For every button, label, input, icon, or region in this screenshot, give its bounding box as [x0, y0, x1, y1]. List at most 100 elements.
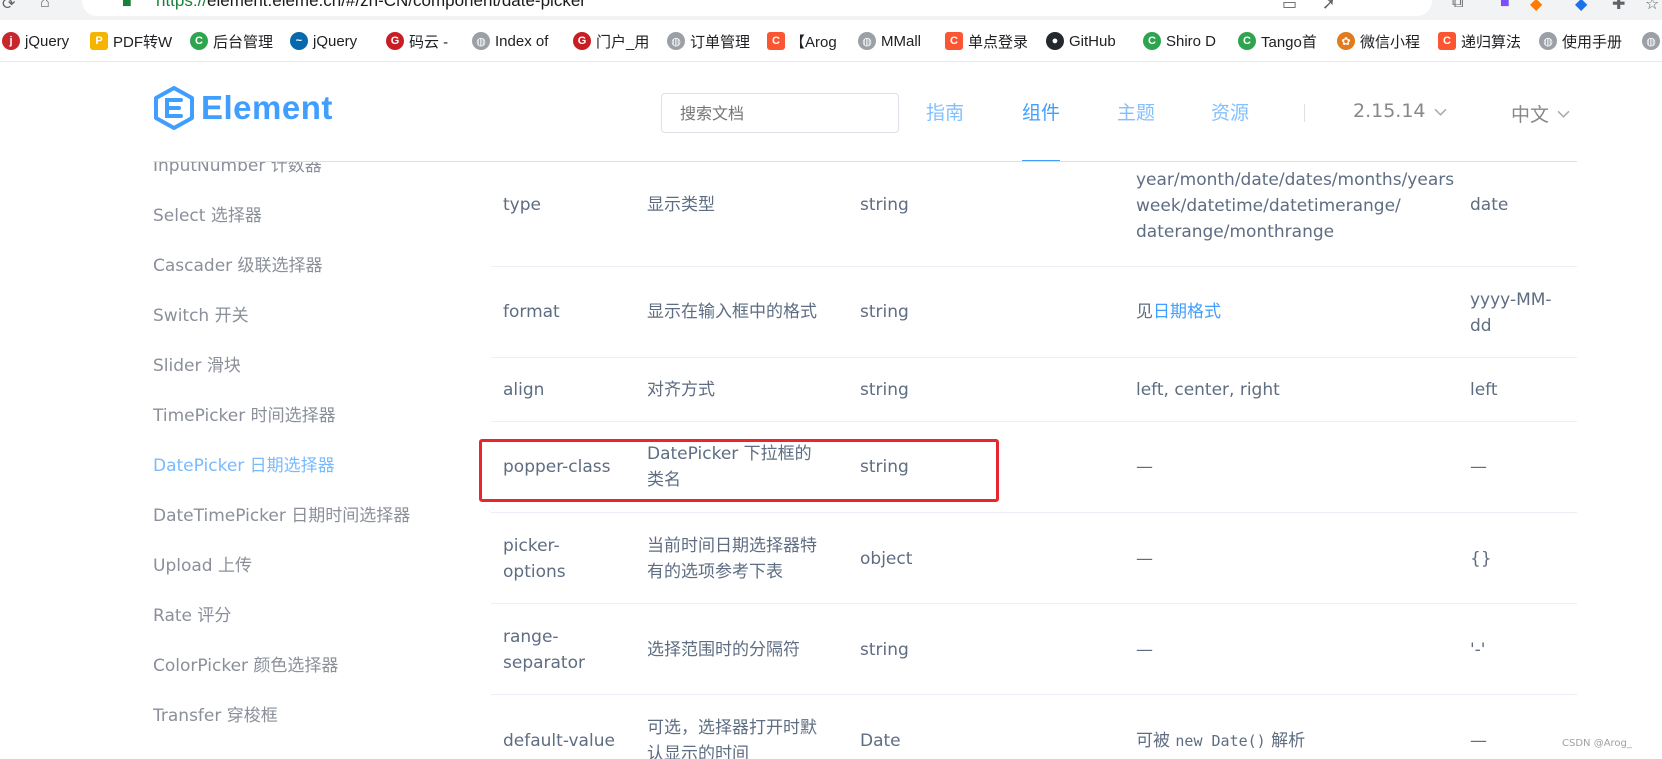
jquery-icon: j [2, 32, 20, 50]
github-icon: ● [1046, 32, 1064, 50]
bookmarks-bar: j jQuery P PDF转W C 后台管理 ~ jQuery G 码云 - ◍ Index of G… [0, 20, 1662, 62]
sidebar-item[interactable]: DatePicker 日期选择器 [153, 451, 335, 476]
attr-desc: 当前时间日期选择器特有的选项参考下表 [647, 536, 817, 582]
csdn-icon: C [1438, 32, 1456, 50]
globe-icon: ◍ [1642, 32, 1660, 50]
bookmark-item[interactable]: j jQuery [2, 30, 69, 52]
bookmark-item[interactable]: ◍ 订单管理 [667, 30, 750, 52]
table-row: type 显示类型 string year/month/date/dates/m… [491, 162, 1577, 267]
pdf-convert-icon: P [90, 32, 108, 50]
attr-name: picker-options [503, 536, 566, 582]
puzzle-icon[interactable]: ✚ [1612, 0, 1625, 14]
attr-type: string [860, 302, 909, 322]
bookmark-label: PDF转W [113, 33, 173, 51]
browser-toolbar: ⟳ ⌂ ■ https://element.eleme.cn/#/zh-CN/c… [0, 0, 1662, 20]
component-sidebar: InputNumber 计数器 Select 选择器 Cascader 级联选择器 S… [153, 162, 483, 759]
chevron-down-icon [1434, 108, 1446, 116]
bookmark-item[interactable]: ◍ 使用手册 [1539, 30, 1622, 52]
bookmark-item[interactable]: C Shiro D [1143, 30, 1216, 52]
bookmark-item[interactable]: C 后台管理 [190, 30, 273, 52]
extension-icon[interactable]: ◆ [1530, 0, 1542, 14]
nav-resource[interactable]: 资源 [1211, 98, 1249, 125]
sidebar-item[interactable]: Cascader 级联选择器 [153, 251, 323, 276]
bookmark-star-icon[interactable]: ☆ [1645, 0, 1659, 14]
sidebar-item[interactable]: Transfer 穿梭框 [153, 701, 278, 726]
nav-theme[interactable]: 主题 [1117, 98, 1155, 125]
bookmark-item[interactable]: P PDF转W [90, 30, 172, 52]
attr-type: string [860, 640, 909, 660]
sidebar-item[interactable]: TimePicker 时间选择器 [153, 401, 336, 426]
sidebar-item[interactable]: Slider 滑块 [153, 351, 241, 376]
language-select[interactable]: 中文 [1511, 100, 1570, 127]
bookmark-item[interactable]: ✿ 微信小程 [1337, 30, 1420, 52]
bookmark-label: Tango首 [1261, 33, 1317, 51]
attr-options: left, center, right [1136, 380, 1280, 400]
attr-options: — [1136, 549, 1153, 569]
jquery-swirl-icon: ~ [290, 32, 308, 50]
bookmark-item[interactable]: C Tango首 [1238, 30, 1317, 52]
sidebar-item[interactable]: Select 选择器 [153, 201, 262, 226]
sidebar-item[interactable]: Switch 开关 [153, 301, 249, 326]
bookmark-label: 【Arog [790, 33, 837, 51]
sidebar-item[interactable]: DateTimePicker 日期时间选择器 [153, 501, 410, 526]
attr-name: default-value [503, 731, 615, 751]
search-input[interactable] [661, 93, 899, 133]
attr-desc: 选择范围时的分隔符 [647, 640, 800, 660]
bookmark-item[interactable]: G 码云 - [386, 30, 448, 52]
version-label: 2.15.14 [1353, 100, 1426, 122]
bookmark-item[interactable]: ~ jQuery [290, 30, 357, 52]
attr-options: 见日期格式 [1136, 302, 1221, 322]
home-icon[interactable]: ⌂ [40, 0, 50, 12]
nav-component[interactable]: 组件 [1022, 98, 1060, 125]
nav-guide[interactable]: 指南 [926, 98, 964, 125]
bookmark-item[interactable]: ◍ Index of [472, 30, 548, 52]
bookmark-item[interactable]: ◍ MMall [858, 30, 921, 52]
install-app-icon[interactable]: ▭ [1282, 0, 1297, 14]
bookmark-item[interactable]: G 门户_用 [573, 30, 649, 52]
attr-desc: DatePicker 下拉框的类名 [647, 444, 812, 490]
bookmark-item[interactable]: ● GitHub [1046, 30, 1116, 52]
table-row: format 显示在输入框中的格式 string 见日期格式 yyyy-MM-d… [491, 267, 1577, 358]
attr-name: format [503, 302, 560, 322]
bookmark-item[interactable]: C 【Arog [767, 30, 837, 52]
extension-icon[interactable]: ■ [1500, 0, 1510, 12]
share-icon[interactable]: ➚ [1322, 0, 1335, 14]
globe-icon: ◍ [1539, 32, 1557, 50]
attr-default: — [1470, 731, 1487, 751]
bookmark-label: GitHub [1069, 32, 1116, 50]
sidebar-item[interactable]: Upload 上传 [153, 551, 252, 576]
globe-icon: ◍ [667, 32, 685, 50]
language-label: 中文 [1511, 104, 1550, 126]
bookmark-item[interactable]: ◍ [1642, 30, 1662, 52]
element-logo[interactable]: Element [153, 86, 333, 130]
attr-default: '-' [1470, 640, 1486, 660]
sidebar-item[interactable]: InputNumber 计数器 [153, 162, 322, 176]
version-select[interactable]: 2.15.14 [1353, 100, 1447, 122]
sidebar-item[interactable]: Rate 评分 [153, 601, 231, 626]
table-row: range-separator 选择范围时的分隔符 string — '-' [491, 604, 1577, 695]
bookmark-label: 微信小程 [1360, 33, 1421, 51]
sidebar-item[interactable]: ColorPicker 颜色选择器 [153, 651, 338, 676]
element-logo-icon [154, 86, 194, 130]
attr-name: type [503, 195, 541, 215]
table-row: picker-options 当前时间日期选择器特有的选项参考下表 object… [491, 513, 1577, 604]
attr-name: popper-class [503, 457, 611, 477]
reload-icon[interactable]: ⟳ [2, 0, 15, 14]
c-logo-icon: C [190, 32, 208, 50]
attr-type: object [860, 549, 913, 569]
extension-icon[interactable]: ⧉ [1452, 0, 1463, 12]
bookmark-item[interactable]: C 递归算法 [1438, 30, 1521, 52]
attr-default: — [1470, 457, 1487, 477]
globe-icon: ◍ [858, 32, 876, 50]
address-bar-url[interactable]: https://element.eleme.cn/#/zh-CN/compone… [156, 0, 586, 11]
bookmark-label: 使用手册 [1562, 33, 1623, 51]
table-row: popper-class DatePicker 下拉框的类名 string — … [491, 422, 1577, 513]
extension-icon[interactable]: ◆ [1575, 0, 1587, 14]
globe-icon: ◍ [472, 32, 490, 50]
date-format-link[interactable]: 日期格式 [1153, 302, 1221, 322]
logo-text: Element [201, 89, 333, 126]
bookmark-item[interactable]: C 单点登录 [945, 30, 1028, 52]
attr-default: yyyy-MM-dd [1470, 290, 1552, 336]
attr-name: align [503, 380, 545, 400]
attr-type: string [860, 195, 909, 215]
